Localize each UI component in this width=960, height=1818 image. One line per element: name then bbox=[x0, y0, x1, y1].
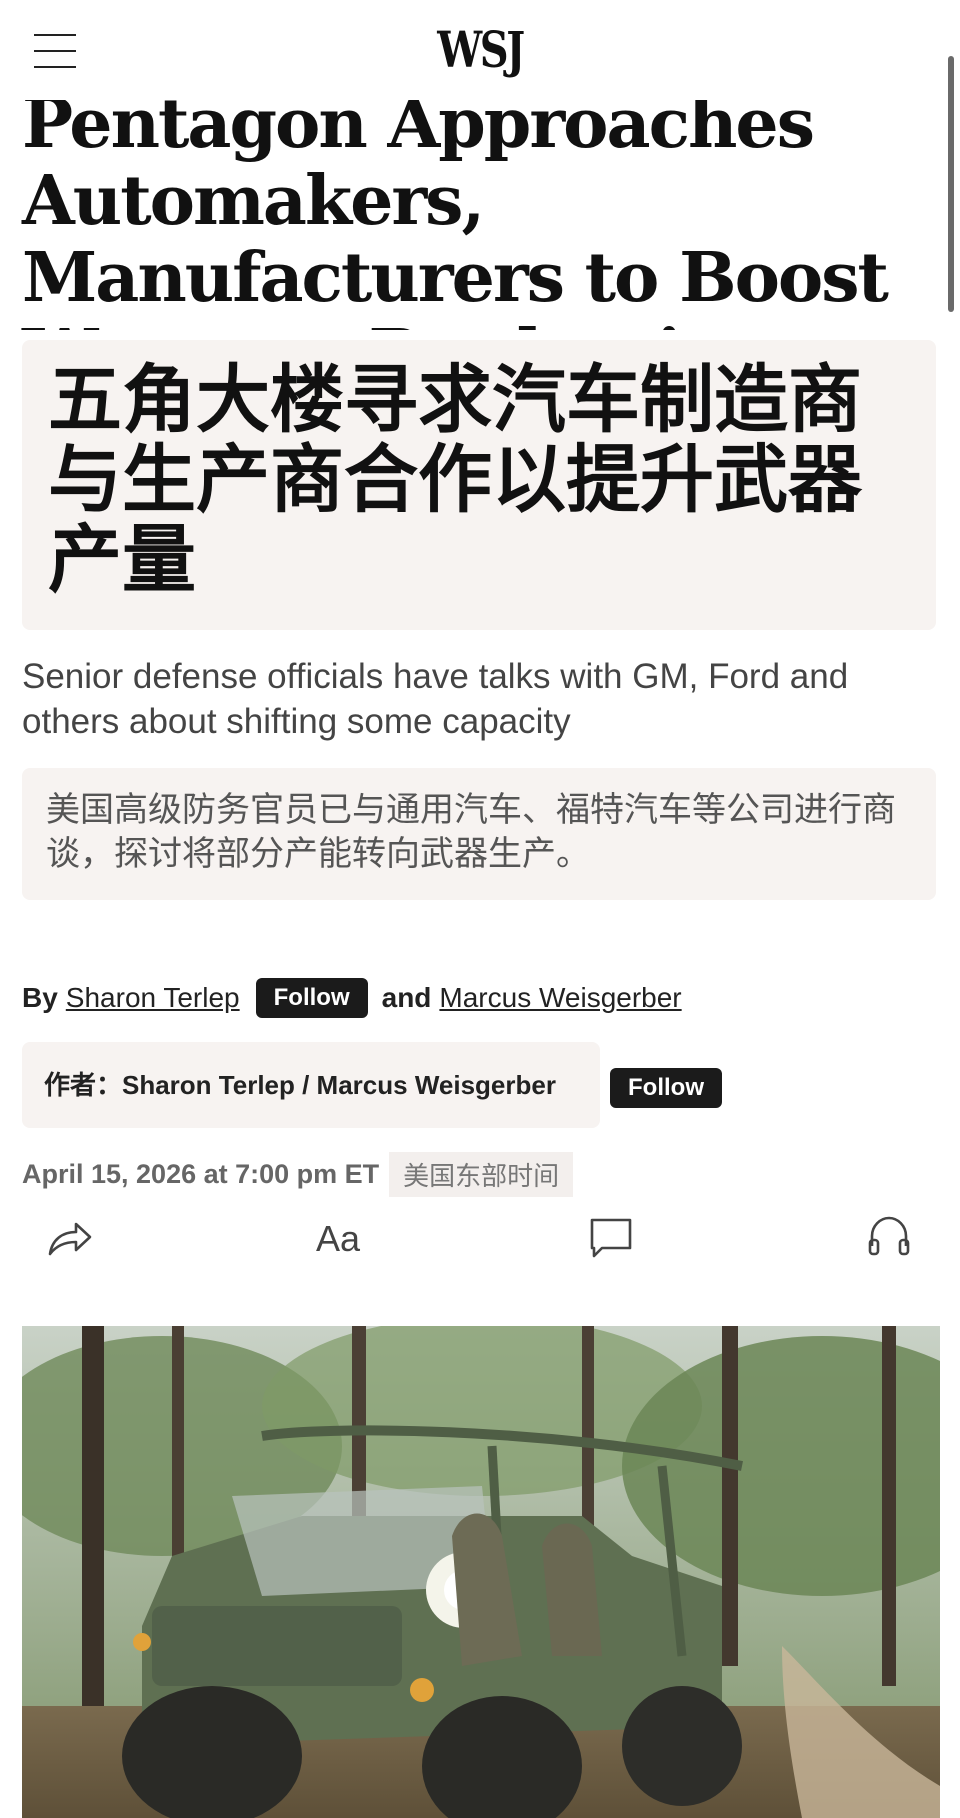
hero-image-military-vehicle bbox=[22, 1326, 940, 1818]
top-bar: WSJ bbox=[0, 0, 960, 100]
comment-icon[interactable] bbox=[586, 1212, 636, 1266]
headline-translation: 五角大楼寻求汽车制造商与生产商合作以提升武器产量 bbox=[48, 357, 862, 603]
dek-translation-box: 美国高级防务官员已与通用汽车、福特汽车等公司进行商谈，探讨将部分产能转向武器生产… bbox=[22, 768, 936, 900]
author-link-sharon-terlep[interactable]: Sharon Terlep bbox=[66, 982, 240, 1014]
byline-translation-box: 作者：Sharon Terlep / Marcus Weisgerber bbox=[22, 1042, 600, 1128]
article-toolbar: Aa bbox=[0, 1212, 960, 1272]
share-icon[interactable] bbox=[44, 1212, 94, 1266]
text-size-button[interactable]: Aa bbox=[316, 1218, 360, 1260]
byline-by: By bbox=[22, 982, 58, 1013]
byline-translation: 作者：Sharon Terlep / Marcus Weisgerber bbox=[44, 1070, 556, 1100]
follow-button-translation[interactable]: Follow bbox=[610, 1068, 722, 1108]
headline: Pentagon Approaches Automakers, Manufact… bbox=[22, 100, 889, 330]
byline: By Sharon Terlep Follow and Marcus Weisg… bbox=[22, 974, 692, 1022]
author-link-marcus-weisgerber[interactable]: Marcus Weisgerber bbox=[439, 982, 681, 1014]
dateline: April 15, 2026 at 7:00 pm ET 美国东部时间 bbox=[22, 1151, 574, 1197]
publish-date: April 15, 2026 at 7:00 pm ET bbox=[22, 1158, 380, 1189]
headline-translation-box: 五角大楼寻求汽车制造商与生产商合作以提升武器产量 bbox=[22, 340, 936, 630]
military-vehicle-photo bbox=[22, 1326, 940, 1818]
headline-container: Pentagon Approaches Automakers, Manufact… bbox=[0, 100, 960, 330]
headphones-icon[interactable] bbox=[864, 1212, 914, 1266]
hamburger-menu-icon[interactable] bbox=[34, 34, 76, 68]
dek-translation: 美国高级防务官员已与通用汽车、福特汽车等公司进行商谈，探讨将部分产能转向武器生产… bbox=[46, 790, 896, 874]
article-dek: Senior defense officials have talks with… bbox=[22, 657, 849, 741]
byline-and: and bbox=[381, 982, 432, 1013]
follow-button[interactable]: Follow bbox=[255, 978, 368, 1018]
timezone-translation: 美国东部时间 bbox=[389, 1151, 574, 1197]
wsj-logo[interactable]: WSJ bbox=[424, 20, 536, 79]
